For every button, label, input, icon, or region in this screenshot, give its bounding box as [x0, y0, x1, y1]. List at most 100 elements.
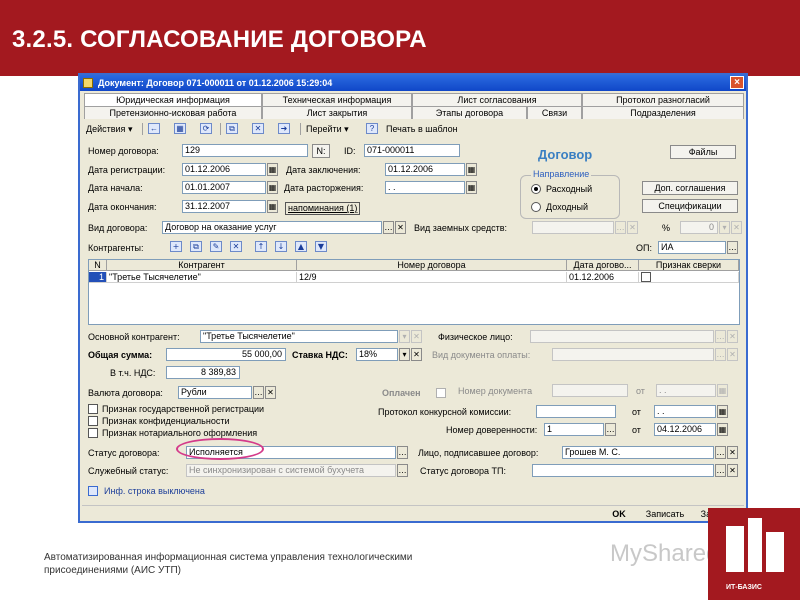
ok-button[interactable]: OK — [608, 508, 630, 522]
close-icon[interactable]: × — [730, 76, 744, 89]
info-line-icon[interactable] — [88, 486, 98, 496]
poa-number-field[interactable]: 1 — [544, 423, 604, 436]
select-icon[interactable]: … — [253, 386, 264, 399]
confidentiality-checkbox[interactable] — [88, 416, 98, 426]
termination-date-field[interactable]: . . — [385, 181, 465, 194]
chevron-down-icon[interactable]: ▾ — [399, 348, 410, 361]
actions-menu[interactable]: Действия ▾ — [86, 122, 132, 136]
clear-icon[interactable]: ✕ — [395, 221, 406, 234]
refresh-icon[interactable]: ⟳ — [200, 123, 212, 134]
tp-status-field[interactable] — [532, 464, 714, 477]
individual-field[interactable] — [530, 330, 714, 343]
calendar-icon[interactable]: ▦ — [466, 163, 477, 176]
move-up-icon[interactable]: ↑ — [255, 241, 267, 252]
tab-legal[interactable]: Юридическая информация — [84, 93, 262, 106]
reminders-link[interactable]: напоминания (1) — [285, 202, 361, 215]
add-row-icon[interactable]: + — [170, 241, 182, 252]
conclusion-date-field[interactable]: 01.12.2006 — [385, 163, 465, 176]
select-icon[interactable]: … — [605, 423, 616, 436]
delete-icon[interactable]: ✕ — [252, 123, 264, 134]
select-icon[interactable]: … — [715, 330, 726, 343]
calendar-icon[interactable]: ▦ — [717, 405, 728, 418]
percent-field[interactable]: 0 — [680, 221, 718, 234]
op-field[interactable]: ИА — [658, 241, 726, 254]
grid-icon[interactable]: ▦ — [174, 123, 186, 134]
move-down-icon[interactable]: ↓ — [275, 241, 287, 252]
signer-field[interactable]: Грошев М. С. — [562, 446, 714, 459]
radio-expense[interactable] — [531, 184, 541, 194]
tab-approval-sheet[interactable]: Лист согласования — [412, 93, 582, 106]
tab-claims[interactable]: Претензионно-исковая работа — [84, 106, 262, 119]
contract-type-field[interactable]: Договор на оказание услуг — [162, 221, 382, 234]
select-icon[interactable]: … — [715, 464, 726, 477]
clear-icon[interactable]: ✕ — [727, 446, 738, 459]
currency-field[interactable]: Рубли — [178, 386, 252, 399]
specifications-button[interactable]: Спецификации — [642, 199, 738, 213]
table-header[interactable]: Дата догово... — [567, 260, 639, 271]
tab-links[interactable]: Связи — [527, 106, 582, 119]
end-date-field[interactable]: 31.12.2007 — [182, 200, 266, 213]
select-icon[interactable]: … — [383, 221, 394, 234]
clear-icon[interactable]: ✕ — [727, 348, 738, 361]
print-template-button[interactable]: Печать в шаблон — [386, 122, 458, 136]
sort-desc-icon[interactable]: ▼ — [315, 241, 327, 252]
contract-number-field[interactable]: 129 — [182, 144, 308, 157]
clear-icon[interactable]: ✕ — [411, 330, 422, 343]
clear-icon[interactable]: ✕ — [731, 221, 742, 234]
tab-contract-stages[interactable]: Этапы договора — [412, 106, 527, 119]
table-header[interactable]: Признак сверки — [639, 260, 739, 271]
select-icon[interactable]: … — [727, 241, 738, 254]
chevron-down-icon[interactable]: ▾ — [399, 330, 410, 343]
select-icon[interactable]: … — [615, 221, 626, 234]
total-field[interactable]: 55 000,00 — [166, 348, 286, 361]
move-icon[interactable]: ➜ — [278, 123, 290, 134]
tab-closure-sheet[interactable]: Лист закрытия — [262, 106, 412, 119]
select-icon[interactable]: … — [397, 446, 408, 459]
back-icon[interactable]: ← — [148, 123, 160, 134]
poa-date-field[interactable]: 04.12.2006 — [654, 423, 716, 436]
table-header[interactable]: Номер договора — [297, 260, 567, 271]
service-status-field[interactable]: Не синхронизирован с системой бухучета — [186, 464, 396, 477]
addl-agreements-button[interactable]: Доп. соглашения — [642, 181, 738, 195]
borrowed-funds-field[interactable] — [532, 221, 614, 234]
calendar-icon[interactable]: ▦ — [717, 384, 728, 397]
copy-row-icon[interactable]: ⧉ — [190, 241, 202, 252]
reconciliation-checkbox[interactable] — [641, 272, 651, 282]
calendar-icon[interactable]: ▦ — [717, 423, 728, 436]
tender-date-field[interactable]: . . — [654, 405, 716, 418]
help-icon[interactable]: ? — [366, 123, 378, 134]
payment-doc-type-field[interactable] — [552, 348, 714, 361]
goto-menu[interactable]: Перейти ▾ — [306, 122, 349, 136]
files-button[interactable]: Файлы — [670, 145, 736, 159]
id-field[interactable]: 071-000011 — [364, 144, 460, 157]
tab-divisions[interactable]: Подразделения — [582, 106, 744, 119]
calendar-icon[interactable]: ▦ — [466, 181, 477, 194]
table-header[interactable]: N — [89, 260, 107, 271]
edit-row-icon[interactable]: ✎ — [210, 241, 222, 252]
radio-income[interactable] — [531, 202, 541, 212]
clear-icon[interactable]: ✕ — [727, 330, 738, 343]
clear-icon[interactable]: ✕ — [411, 348, 422, 361]
doc-date-field[interactable]: . . — [656, 384, 716, 397]
notarization-checkbox[interactable] — [88, 428, 98, 438]
start-date-field[interactable]: 01.01.2007 — [182, 181, 266, 194]
calendar-icon[interactable]: ▦ — [267, 200, 278, 213]
incl-vat-field[interactable]: 8 389,83 — [166, 366, 240, 379]
state-registration-checkbox[interactable] — [88, 404, 98, 414]
select-icon[interactable]: … — [715, 446, 726, 459]
select-icon[interactable]: … — [397, 464, 408, 477]
vat-rate-field[interactable]: 18% — [356, 348, 398, 361]
table-header[interactable]: Контрагент — [107, 260, 297, 271]
number-button[interactable]: N: — [312, 144, 330, 158]
copy-icon[interactable]: ⧉ — [226, 123, 238, 134]
paid-checkbox[interactable] — [436, 388, 446, 398]
chevron-down-icon[interactable]: ▾ — [719, 221, 730, 234]
tab-disagreement-protocol[interactable]: Протокол разногласий — [582, 93, 744, 106]
clear-icon[interactable]: ✕ — [727, 464, 738, 477]
tender-protocol-field[interactable] — [536, 405, 616, 418]
window-titlebar[interactable]: Документ: Договор 071-000011 от 01.12.20… — [80, 75, 746, 91]
doc-number-field[interactable] — [552, 384, 628, 397]
save-button[interactable]: Записать — [638, 508, 692, 522]
calendar-icon[interactable]: ▦ — [267, 181, 278, 194]
tab-technical[interactable]: Техническая информация — [262, 93, 412, 106]
